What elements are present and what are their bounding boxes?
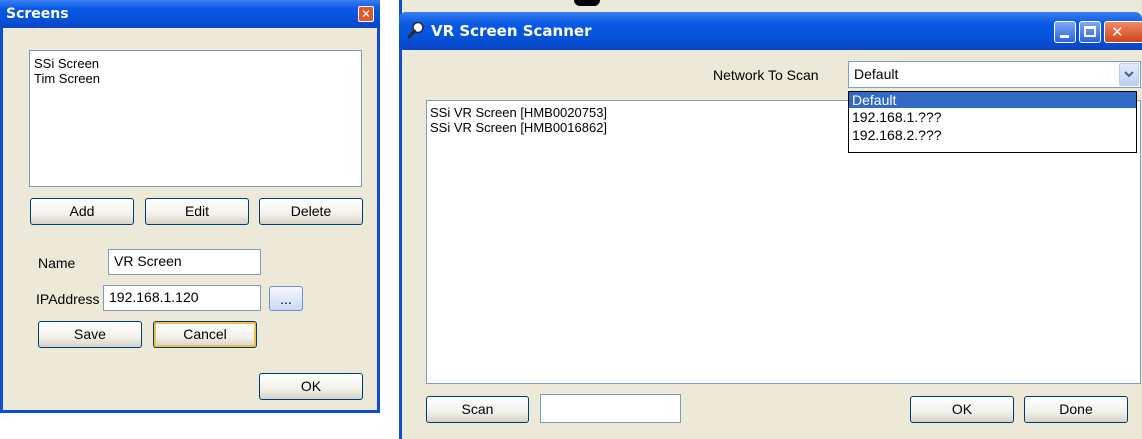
- list-item[interactable]: Tim Screen: [34, 71, 357, 86]
- scan-status-field[interactable]: [540, 394, 681, 423]
- minimize-icon[interactable]: [1054, 21, 1076, 43]
- dropdown-option-default[interactable]: Default: [849, 92, 1136, 108]
- edit-button[interactable]: Edit: [145, 198, 249, 225]
- scanner-title: VR Screen Scanner: [431, 22, 592, 40]
- save-button[interactable]: Save: [38, 321, 142, 348]
- scan-button[interactable]: Scan: [426, 396, 529, 423]
- ok-button[interactable]: OK: [259, 373, 363, 400]
- dropdown-option-192-168-1[interactable]: 192.168.1.???: [849, 108, 1136, 126]
- network-select[interactable]: Default: [848, 61, 1141, 88]
- magnifier-icon: [407, 21, 425, 39]
- screens-titlebar[interactable]: Screens ✕: [0, 0, 380, 28]
- ipaddress-field[interactable]: 192.168.1.120: [103, 285, 261, 311]
- network-selected-value: Default: [854, 66, 899, 82]
- delete-button[interactable]: Delete: [259, 198, 363, 225]
- cancel-button[interactable]: Cancel: [153, 321, 257, 348]
- chevron-down-icon[interactable]: [1119, 63, 1139, 86]
- browse-button[interactable]: ...: [269, 286, 303, 311]
- dropdown-option-192-168-2[interactable]: 192.168.2.???: [849, 126, 1136, 144]
- network-dropdown-list[interactable]: Default 192.168.1.??? 192.168.2.???: [848, 91, 1137, 153]
- background-shape: [574, 0, 600, 6]
- list-item[interactable]: SSi Screen: [34, 56, 357, 71]
- done-button[interactable]: Done: [1024, 396, 1128, 423]
- screens-list[interactable]: SSi Screen Tim Screen: [29, 50, 362, 187]
- network-to-scan-label: Network To Scan: [713, 67, 819, 83]
- scanner-titlebar[interactable]: VR Screen Scanner ✕: [399, 12, 1142, 50]
- screens-title: Screens: [6, 6, 69, 22]
- screens-window: Screens ✕ SSi Screen Tim Screen Add Edit…: [0, 0, 380, 413]
- close-icon[interactable]: ✕: [1104, 21, 1142, 43]
- maximize-icon[interactable]: [1079, 21, 1101, 43]
- name-label: Name: [38, 255, 76, 271]
- scanner-window: VR Screen Scanner ✕ Network To Scan Defa…: [399, 0, 1142, 439]
- name-field[interactable]: VR Screen: [108, 249, 261, 275]
- ok-button[interactable]: OK: [910, 396, 1014, 423]
- close-icon[interactable]: ✕: [358, 6, 374, 22]
- add-button[interactable]: Add: [30, 198, 134, 225]
- ipaddress-label: IPAddress: [36, 291, 100, 307]
